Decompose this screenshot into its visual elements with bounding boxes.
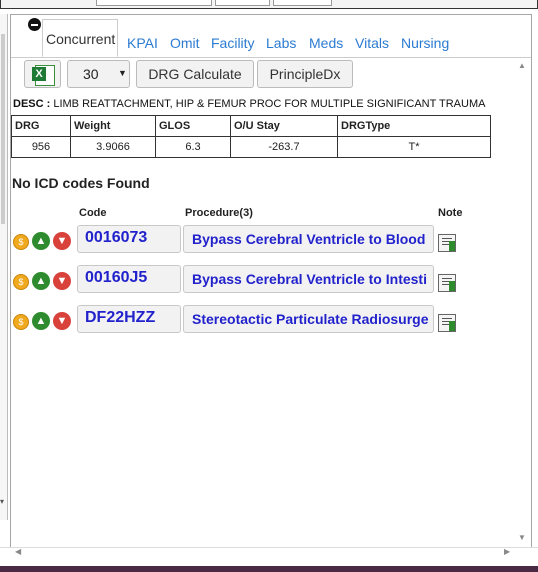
drg-value: 956	[11, 136, 71, 158]
left-scrollbar[interactable]	[0, 14, 8, 520]
drg-header: DRG	[11, 115, 71, 137]
procedure-row: $ ▲ ▼ 0016073 Bypass Cerebral Ventricle …	[11, 223, 511, 253]
scroll-down-arrow-icon[interactable]: ▼	[518, 533, 526, 542]
table-row: 956 3.9066 6.3 -263.7 T*	[11, 136, 491, 158]
count-select[interactable]: 30 ▼	[67, 60, 130, 88]
left-scroll-arrow-icon[interactable]: ▾	[0, 497, 4, 506]
scroll-left-arrow-icon[interactable]: ◀	[15, 547, 21, 556]
top-tab-stub[interactable]	[96, 0, 212, 6]
divider	[0, 547, 538, 548]
left-scroll-thumb[interactable]	[1, 34, 5, 224]
glos-value: 6.3	[155, 136, 231, 158]
top-window-strip	[0, 0, 538, 10]
chevron-down-icon: ▼	[118, 68, 127, 78]
thumbs-up-icon[interactable]: ▲	[32, 272, 50, 290]
glos-header: GLOS	[155, 115, 231, 137]
tab-kpai[interactable]: KPAI	[127, 35, 158, 51]
tab-concurrent[interactable]: Concurrent	[42, 19, 118, 57]
procedure-code[interactable]: 0016073	[77, 225, 181, 253]
excel-icon: X	[32, 67, 46, 81]
drg-type-value: T*	[337, 136, 491, 158]
tab-meds[interactable]: Meds	[309, 35, 343, 51]
scroll-right-arrow-icon[interactable]: ▶	[504, 547, 510, 556]
coin-icon[interactable]: $	[13, 314, 29, 330]
bottom-bar	[0, 566, 538, 572]
no-icd-message: No ICD codes Found	[12, 175, 150, 191]
excel-export-button[interactable]: X	[24, 60, 61, 88]
procedure-column-header: Procedure(3)	[185, 207, 253, 219]
count-select-value: 30	[83, 66, 99, 82]
procedure-description[interactable]: Bypass Cerebral Ventricle to Intesti	[183, 265, 434, 293]
principle-dx-button[interactable]: PrincipleDx	[257, 60, 353, 88]
coin-icon[interactable]: $	[13, 274, 29, 290]
procedure-code[interactable]: DF22HZZ	[77, 305, 181, 333]
drg-description: DESC : LIMB REATTACHMENT, HIP & FEMUR PR…	[13, 98, 485, 110]
tab-omit[interactable]: Omit	[170, 35, 200, 51]
coin-icon[interactable]: $	[13, 234, 29, 250]
scroll-up-arrow-icon[interactable]: ▲	[518, 61, 526, 70]
desc-label: DESC :	[13, 98, 51, 110]
ou-stay-header: O/U Stay	[230, 115, 338, 137]
tab-bar: Concurrent KPAI Omit Facility Labs Meds …	[11, 15, 531, 58]
tab-vitals[interactable]: Vitals	[355, 35, 389, 51]
procedure-row: $ ▲ ▼ DF22HZZ Stereotactic Particulate R…	[11, 303, 511, 333]
thumbs-up-icon[interactable]: ▲	[32, 312, 50, 330]
drg-table-header: DRG Weight GLOS O/U Stay DRGType	[11, 115, 491, 137]
procedure-description[interactable]: Bypass Cerebral Ventricle to Blood	[183, 225, 434, 253]
tab-label: Concurrent	[46, 31, 116, 47]
weight-header: Weight	[70, 115, 156, 137]
note-icon[interactable]	[438, 314, 456, 332]
top-tab-stub[interactable]	[215, 0, 270, 6]
drg-calculate-button[interactable]: DRG Calculate	[136, 60, 254, 88]
top-tab-stub[interactable]	[273, 0, 332, 6]
ou-stay-value: -263.7	[230, 136, 338, 158]
thumbs-up-icon[interactable]: ▲	[32, 232, 50, 250]
procedure-description[interactable]: Stereotactic Particulate Radiosurge	[183, 305, 434, 333]
collapse-minus-icon[interactable]	[28, 18, 41, 31]
note-icon[interactable]	[438, 274, 456, 292]
tab-nursing[interactable]: Nursing	[401, 35, 449, 51]
tab-labs[interactable]: Labs	[266, 35, 296, 51]
thumbs-down-icon[interactable]: ▼	[53, 312, 71, 330]
desc-text: LIMB REATTACHMENT, HIP & FEMUR PROC FOR …	[53, 98, 486, 110]
concurrent-panel: Concurrent KPAI Omit Facility Labs Meds …	[10, 14, 532, 556]
weight-value: 3.9066	[70, 136, 156, 158]
tab-facility[interactable]: Facility	[211, 35, 255, 51]
drg-type-header: DRGType	[337, 115, 491, 137]
note-icon[interactable]	[438, 234, 456, 252]
procedure-code[interactable]: 00160J5	[77, 265, 181, 293]
thumbs-down-icon[interactable]: ▼	[53, 272, 71, 290]
code-column-header: Code	[79, 207, 107, 219]
thumbs-down-icon[interactable]: ▼	[53, 232, 71, 250]
vertical-scrollbar[interactable]: ▲ ▼	[515, 57, 531, 547]
note-column-header: Note	[438, 207, 463, 219]
drg-table: DRG Weight GLOS O/U Stay DRGType 956 3.9…	[11, 115, 491, 158]
procedure-row: $ ▲ ▼ 00160J5 Bypass Cerebral Ventricle …	[11, 263, 511, 293]
